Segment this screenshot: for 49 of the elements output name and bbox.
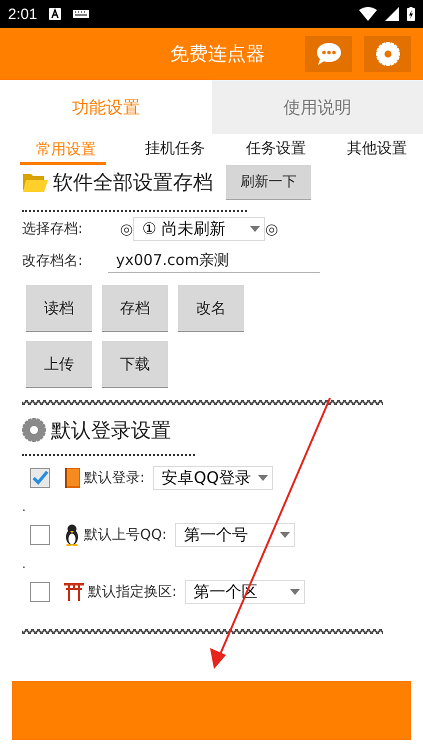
checkbox[interactable] [30,525,50,545]
gate-icon [64,583,84,601]
sub-tab[interactable]: 其他设置 [345,134,409,165]
clock-time: 2:01 [8,6,38,22]
tab[interactable]: 使用说明 [212,80,423,134]
action-button[interactable]: 改名 [178,285,244,332]
section-title: 软件全部设置存档 [53,168,213,196]
option-dropdown[interactable]: 第一个号 [174,523,295,547]
section-title: 默认登录设置 [51,416,171,444]
start-button[interactable] [12,681,411,740]
caret-icon [258,475,268,481]
action-button[interactable]: 下载 [102,341,168,388]
option-label: 默认上号QQ: [84,526,167,544]
chat-button[interactable] [305,36,352,72]
chat-bubble-icon [316,42,342,66]
gear-icon [22,418,46,442]
dot-mark: . [22,558,27,570]
action-button[interactable]: 存档 [102,285,168,332]
caret-icon [250,226,260,232]
caret-icon [290,589,300,595]
caret-icon [280,532,290,538]
circle-mark: ◎ [265,220,278,238]
penguin-icon [64,524,80,546]
sub-tab[interactable]: 任务设置 [244,134,308,165]
name-input-field[interactable]: yx007.com亲测 [108,250,320,272]
sub-tab[interactable]: 挂机任务 [143,134,207,165]
action-button[interactable]: 读档 [26,285,92,332]
wifi-icon [359,7,377,21]
field-label: 改存档名: [22,252,84,270]
action-button[interactable]: 上传 [26,341,92,388]
settings-icon [376,42,400,66]
option-label: 默认登录: [84,469,145,487]
keyboard-icon [73,10,90,18]
option-dropdown[interactable]: 安卓QQ登录 [152,466,273,490]
app-title: 免费连点器 [170,42,265,67]
dot-mark: . [22,501,27,513]
folder-icon [22,171,48,193]
book-icon [64,468,80,488]
checkbox[interactable] [30,582,50,602]
refresh-button[interactable]: 刷新一下 [226,165,311,200]
circle-mark: ◎ [120,220,134,238]
option-label: 默认指定换区: [88,583,177,601]
battery-charging-icon [407,7,415,21]
checkbox[interactable] [30,468,50,488]
keyboard-letter-icon [49,8,62,20]
field-label: 选择存档: [22,220,84,238]
settings-button[interactable] [364,36,411,72]
signal-icon [385,7,399,21]
archive-dropdown[interactable]: ① 尚未刷新 [133,217,266,241]
